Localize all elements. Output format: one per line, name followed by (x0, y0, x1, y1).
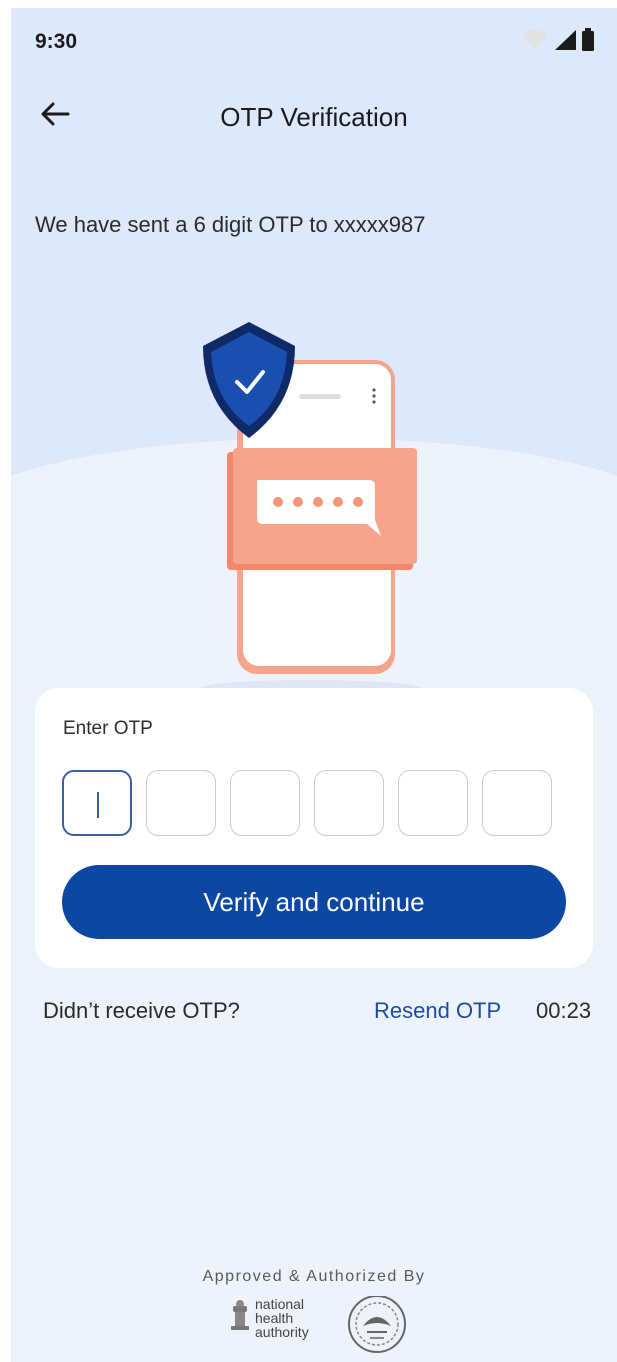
authority-logos: national health authority (227, 1295, 417, 1362)
otp-digit-6[interactable] (482, 770, 552, 836)
footer: Approved & Authorized By national health… (11, 1264, 617, 1362)
resend-timer: 00:23 (536, 998, 592, 1023)
nha-logo: national health authority (255, 1296, 309, 1340)
otp-card: Enter OTP Verify and continue (35, 688, 593, 968)
resend-otp-link[interactable]: Resend OTP (374, 998, 501, 1024)
otp-digit-3[interactable] (230, 770, 300, 836)
enter-otp-label: Enter OTP (63, 718, 153, 739)
text-cursor (97, 792, 99, 818)
otp-digit-4[interactable] (314, 770, 384, 836)
status-time: 9:30 (35, 30, 78, 53)
svg-text:authority: authority (255, 1324, 309, 1340)
verify-and-continue-button[interactable]: Verify and continue (62, 865, 566, 939)
signal-icon (553, 29, 577, 56)
otp-sent-message: We have sent a 6 digit OTP to xxxxx987 (35, 212, 426, 237)
page-title: OTP Verification (220, 102, 408, 132)
resend-prompt: Didn’t receive OTP? (43, 998, 240, 1023)
battery-icon (581, 28, 595, 57)
seal-icon (348, 1295, 406, 1353)
resend-row: Didn’t receive OTP? Resend OTP 00:23 (11, 994, 617, 1028)
otp-digit-2[interactable] (146, 770, 216, 836)
status-icons (521, 28, 595, 57)
otp-illustration (181, 308, 421, 698)
national-emblem-icon (231, 1300, 249, 1330)
otp-digit-5[interactable] (398, 770, 468, 836)
otp-input-group (62, 770, 552, 836)
wifi-icon (521, 29, 549, 56)
status-bar: 9:30 (11, 8, 617, 78)
otp-digit-1[interactable] (62, 770, 132, 836)
app-bar: OTP Verification (11, 86, 617, 146)
phone-screen: 9:30 OTP Verification We have sent a 6 d… (11, 8, 617, 1362)
approved-by-text: Approved & Authorized By (202, 1268, 426, 1285)
